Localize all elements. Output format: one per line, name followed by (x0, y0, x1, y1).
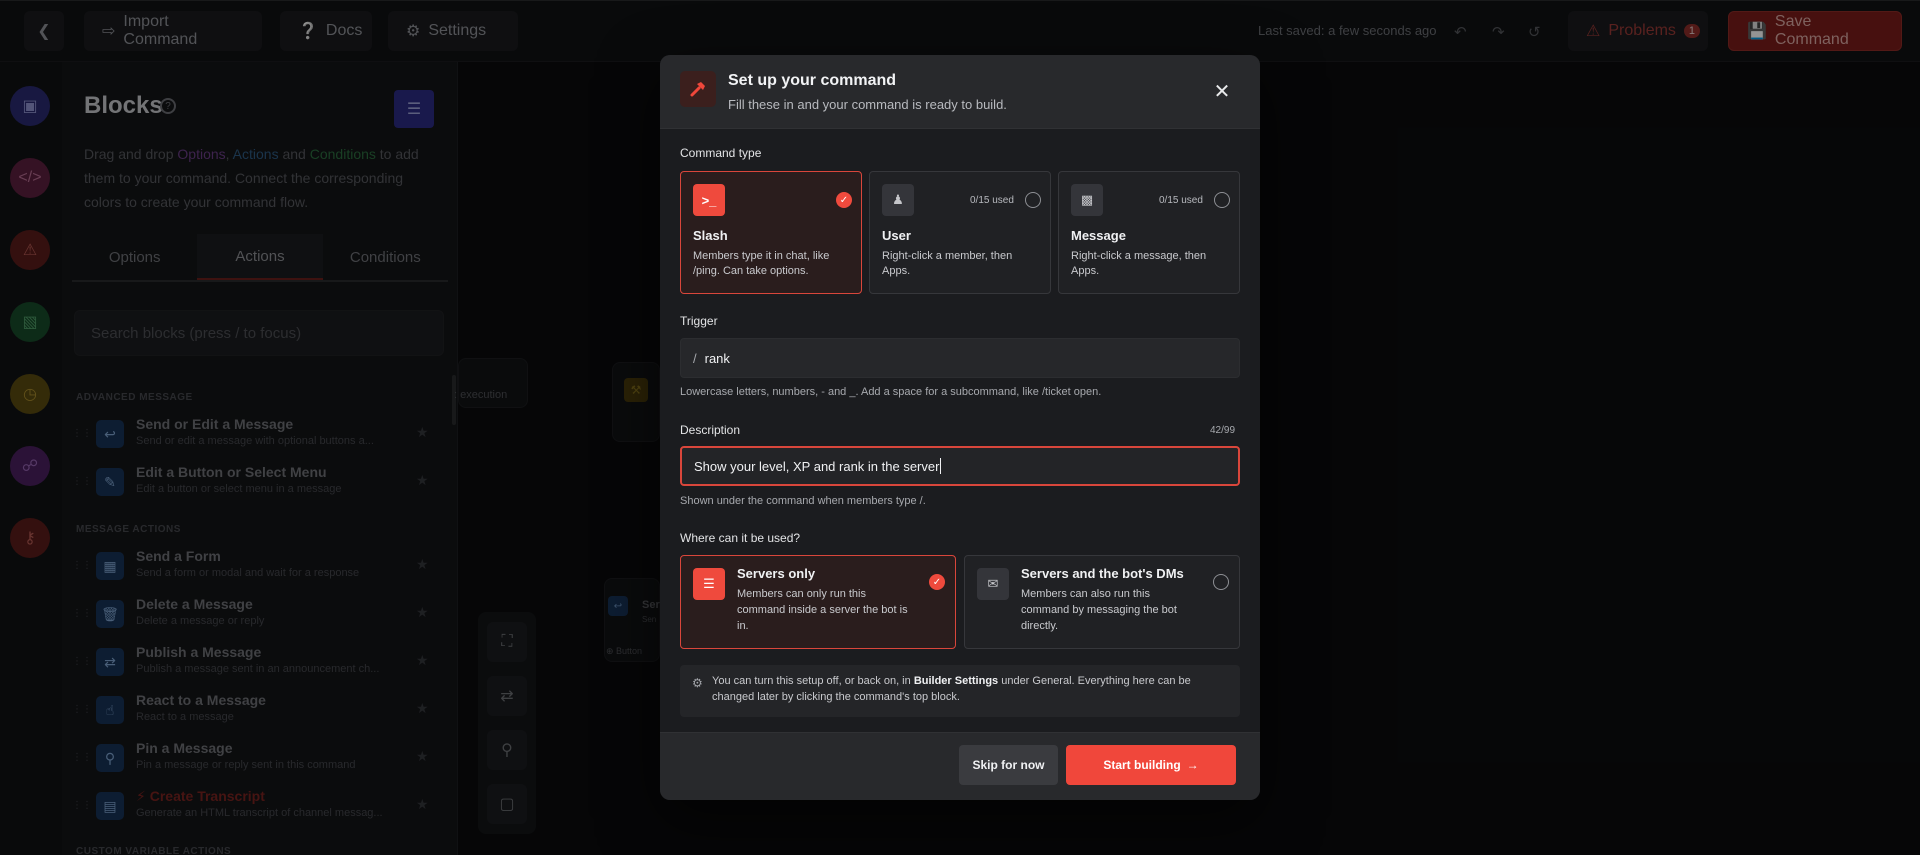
check-icon: ✓ (836, 192, 852, 208)
server-icon: ☰ (693, 568, 725, 600)
usage-count: 0/15 used (1159, 195, 1203, 206)
where-name: Servers and the bot's DMs (1021, 566, 1184, 581)
mail-icon: ✉ (977, 568, 1009, 600)
user-icon: ♟ (882, 184, 914, 216)
command-type-name: Slash (693, 228, 728, 243)
command-type-desc: Right-click a message, then Apps. (1071, 250, 1207, 277)
trigger-value: rank (704, 350, 730, 366)
arrow-right-icon: → (1186, 758, 1199, 772)
hammer-icon (680, 71, 716, 107)
command-type-desc: Right-click a member, then Apps. (882, 250, 1013, 277)
settings-note: ⚙ You can turn this setup off, or back o… (680, 665, 1240, 717)
modal-title: Set up your command (728, 72, 897, 89)
radio-icon[interactable] (1213, 574, 1229, 590)
radio-icon[interactable] (1025, 192, 1041, 208)
trigger-hint: Lowercase letters, numbers, - and _. Add… (680, 386, 1102, 398)
command-type-slash[interactable]: >_ ✓ Slash Members type it in chat, like… (680, 171, 862, 294)
where-servers-and-dms[interactable]: ✉ Servers and the bot's DMs Members can … (964, 555, 1240, 649)
gear-icon: ⚙ (692, 676, 703, 690)
command-type-user[interactable]: ♟ 0/15 used User Right-click a member, t… (869, 171, 1051, 294)
skip-button[interactable]: Skip for now (959, 745, 1058, 785)
message-icon: ▩ (1071, 184, 1103, 216)
start-building-label: Start building (1103, 758, 1181, 772)
where-desc: Members can only run this command inside… (737, 588, 908, 632)
description-value: Show your level, XP and rank in the serv… (694, 458, 940, 474)
start-building-button[interactable]: Start building → (1066, 745, 1236, 785)
description-input[interactable]: Show your level, XP and rank in the serv… (680, 446, 1240, 486)
modal-header: Set up your command Fill these in and yo… (660, 55, 1260, 129)
radio-icon[interactable] (1214, 192, 1230, 208)
where-name: Servers only (737, 566, 816, 581)
trigger-input[interactable]: / rank (680, 338, 1240, 378)
command-type-name: Message (1071, 228, 1126, 243)
command-type-label: Command type (680, 146, 762, 160)
note-text: You can turn this setup off, or back on,… (712, 675, 914, 687)
trigger-prefix: / (693, 350, 697, 366)
usage-count: 0/15 used (970, 195, 1014, 206)
close-icon[interactable]: ✕ (1210, 79, 1234, 103)
where-servers-only[interactable]: ☰ Servers only Members can only run this… (680, 555, 956, 649)
note-bold: Builder Settings (913, 675, 999, 687)
modal-subtitle: Fill these in and your command is ready … (728, 97, 1007, 112)
command-type-desc: Members type it in chat, like /ping. Can… (693, 250, 830, 277)
check-icon: ✓ (929, 574, 945, 590)
description-hint: Shown under the command when members typ… (680, 495, 926, 507)
where-desc: Members can also run this command by mes… (1021, 588, 1177, 632)
modal-footer: Skip for now Start building → (660, 732, 1260, 800)
text-caret (940, 458, 942, 474)
trigger-label: Trigger (680, 314, 718, 328)
setup-command-modal: Set up your command Fill these in and yo… (660, 55, 1260, 800)
command-type-name: User (882, 228, 911, 243)
command-type-message[interactable]: ▩ 0/15 used Message Right-click a messag… (1058, 171, 1240, 294)
description-label: Description (680, 423, 741, 437)
description-counter: 42/99 (1210, 425, 1236, 436)
terminal-icon: >_ (693, 184, 725, 216)
where-label: Where can it be used? (680, 531, 801, 545)
